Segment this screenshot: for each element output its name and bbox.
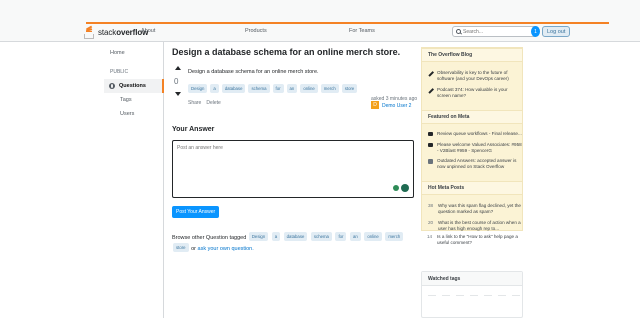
hot-meta-score: 20 bbox=[428, 220, 434, 225]
search-badge[interactable]: 1 bbox=[531, 26, 540, 37]
post-answer-button[interactable]: Post Your Answer bbox=[172, 206, 220, 218]
browse-or: or bbox=[191, 246, 196, 252]
search-icon bbox=[456, 29, 461, 34]
tag[interactable]: for bbox=[335, 232, 347, 241]
blog-widget: The Overflow Blog Observability is key t… bbox=[421, 47, 523, 231]
meta-item-text: Please welcome Valued Associates: #958 -… bbox=[437, 142, 522, 153]
tag[interactable]: merch bbox=[320, 84, 339, 93]
hot-meta-score: 14 bbox=[427, 234, 433, 239]
sidebar-item-label: Questions bbox=[119, 83, 146, 89]
watched-tags-widget: Watched tags bbox=[421, 271, 523, 318]
tag[interactable]: schema bbox=[248, 84, 270, 93]
vote-count: 0 bbox=[174, 77, 179, 86]
search-input[interactable] bbox=[463, 28, 533, 35]
blog-item-text: Observability is key to the future of so… bbox=[437, 70, 509, 81]
nav-for-teams[interactable]: For Teams bbox=[349, 28, 375, 34]
left-sidebar: Home PUBLIC Questions Tags Users bbox=[104, 42, 164, 318]
tag[interactable]: schema bbox=[310, 232, 332, 241]
question-body: Design a database schema for an online m… bbox=[188, 69, 319, 75]
tag[interactable]: database bbox=[283, 232, 308, 241]
downvote-arrow-icon[interactable] bbox=[175, 92, 181, 96]
sidebar-item-users[interactable]: Users bbox=[120, 111, 134, 117]
user-name-link[interactable]: Demo User 2 bbox=[382, 103, 411, 109]
tag[interactable]: a bbox=[210, 84, 219, 93]
hot-meta-score: 38 bbox=[428, 203, 434, 208]
search-box[interactable] bbox=[452, 26, 538, 37]
sidebar-item-questions[interactable]: Questions bbox=[104, 79, 164, 93]
tag[interactable]: database bbox=[221, 84, 246, 93]
placeholder-line bbox=[484, 295, 492, 296]
answer-editor[interactable] bbox=[172, 140, 414, 198]
placeholder-line bbox=[456, 295, 464, 296]
tag[interactable]: Design bbox=[188, 84, 208, 93]
meta-item-text: Outdated Answers: accepted answer is now… bbox=[437, 158, 517, 169]
browse-tags-footer: Browse other Question tagged Design a da… bbox=[172, 232, 417, 254]
blog-item[interactable]: Observability is key to the future of so… bbox=[428, 70, 522, 82]
your-answer-heading: Your Answer bbox=[172, 126, 215, 133]
tag[interactable]: store bbox=[341, 84, 358, 93]
hot-meta-item[interactable]: 20 What is the best course of action whe… bbox=[428, 220, 522, 232]
hot-meta-item[interactable]: 38 Why was this spam flag declined, yet … bbox=[428, 203, 522, 215]
placeholder-line bbox=[512, 295, 520, 296]
tag[interactable]: an bbox=[286, 84, 298, 93]
nav-about[interactable]: About bbox=[141, 28, 155, 34]
editor-extension-icon[interactable] bbox=[401, 184, 409, 192]
sidebar-section-public: PUBLIC bbox=[110, 69, 129, 75]
upvote-arrow-icon[interactable] bbox=[175, 66, 181, 70]
hot-meta-text: Why was this spam flag declined, yet the… bbox=[438, 203, 521, 214]
placeholder-line bbox=[442, 295, 450, 296]
meta-heading: Featured on Meta bbox=[422, 110, 522, 124]
blog-heading: The Overflow Blog bbox=[422, 48, 522, 62]
chat-icon bbox=[428, 143, 433, 147]
post-actions: Share Delete bbox=[188, 100, 221, 106]
meta-item[interactable]: Outdated Answers: accepted answer is now… bbox=[428, 158, 522, 170]
top-accent-stripe bbox=[86, 22, 609, 24]
top-bar: stackoverflow About Products For Teams 1… bbox=[0, 0, 640, 42]
pencil-icon bbox=[428, 88, 433, 93]
stackoverflow-logo[interactable]: stackoverflow bbox=[84, 25, 148, 39]
sidebar-item-home[interactable]: Home bbox=[110, 50, 125, 56]
browse-prefix: Browse other Question tagged bbox=[172, 235, 247, 241]
placeholder-line bbox=[498, 295, 506, 296]
stackoverflow-logo-icon bbox=[84, 25, 95, 39]
tag[interactable]: an bbox=[350, 232, 361, 241]
hot-meta-text: Is a link to the "How to ask" help page … bbox=[437, 234, 518, 245]
nav-products[interactable]: Products bbox=[245, 28, 267, 34]
tag[interactable]: online bbox=[300, 84, 318, 93]
blog-item[interactable]: Podcast 374: How valuable is your screen… bbox=[428, 87, 522, 99]
placeholder-line bbox=[428, 295, 436, 296]
ask-question-link[interactable]: ask your own question. bbox=[198, 246, 254, 252]
delete-link[interactable]: Delete bbox=[206, 100, 220, 106]
placeholder-line bbox=[470, 295, 478, 296]
question-tags: Design a database schema for an online m… bbox=[188, 84, 358, 93]
grammar-assistant-icon[interactable] bbox=[393, 185, 399, 191]
globe-icon bbox=[109, 83, 115, 89]
tag[interactable]: store bbox=[173, 243, 189, 252]
tag[interactable]: online bbox=[364, 232, 382, 241]
tag[interactable]: merch bbox=[385, 232, 404, 241]
logout-button[interactable]: Log out bbox=[542, 26, 571, 37]
pencil-icon bbox=[428, 71, 433, 76]
watched-tags-heading: Watched tags bbox=[422, 272, 522, 286]
meta-site-icon bbox=[428, 159, 433, 164]
blog-item-text: Podcast 374: How valuable is your screen… bbox=[437, 87, 508, 98]
sidebar-item-tags[interactable]: Tags bbox=[120, 97, 132, 103]
meta-item[interactable]: Review queue workflows - Final release..… bbox=[428, 131, 522, 137]
avatar[interactable]: D bbox=[371, 101, 379, 109]
meta-item[interactable]: Please welcome Valued Associates: #958 -… bbox=[428, 142, 522, 154]
share-link[interactable]: Share bbox=[188, 100, 201, 106]
meta-item-text: Review queue workflows - Final release..… bbox=[437, 131, 522, 136]
tag[interactable]: for bbox=[272, 84, 284, 93]
hot-meta-item[interactable]: 14 Is a link to the "How to ask" help pa… bbox=[427, 234, 521, 246]
answer-textarea[interactable] bbox=[177, 145, 409, 185]
hot-meta-heading: Hot Meta Posts bbox=[422, 181, 522, 195]
tag[interactable]: a bbox=[271, 232, 281, 241]
chat-icon bbox=[428, 132, 433, 136]
tag[interactable]: Design bbox=[248, 232, 269, 241]
hot-meta-text: What is the best course of action when a… bbox=[438, 220, 521, 231]
question-title[interactable]: Design a database schema for an online m… bbox=[172, 47, 400, 57]
